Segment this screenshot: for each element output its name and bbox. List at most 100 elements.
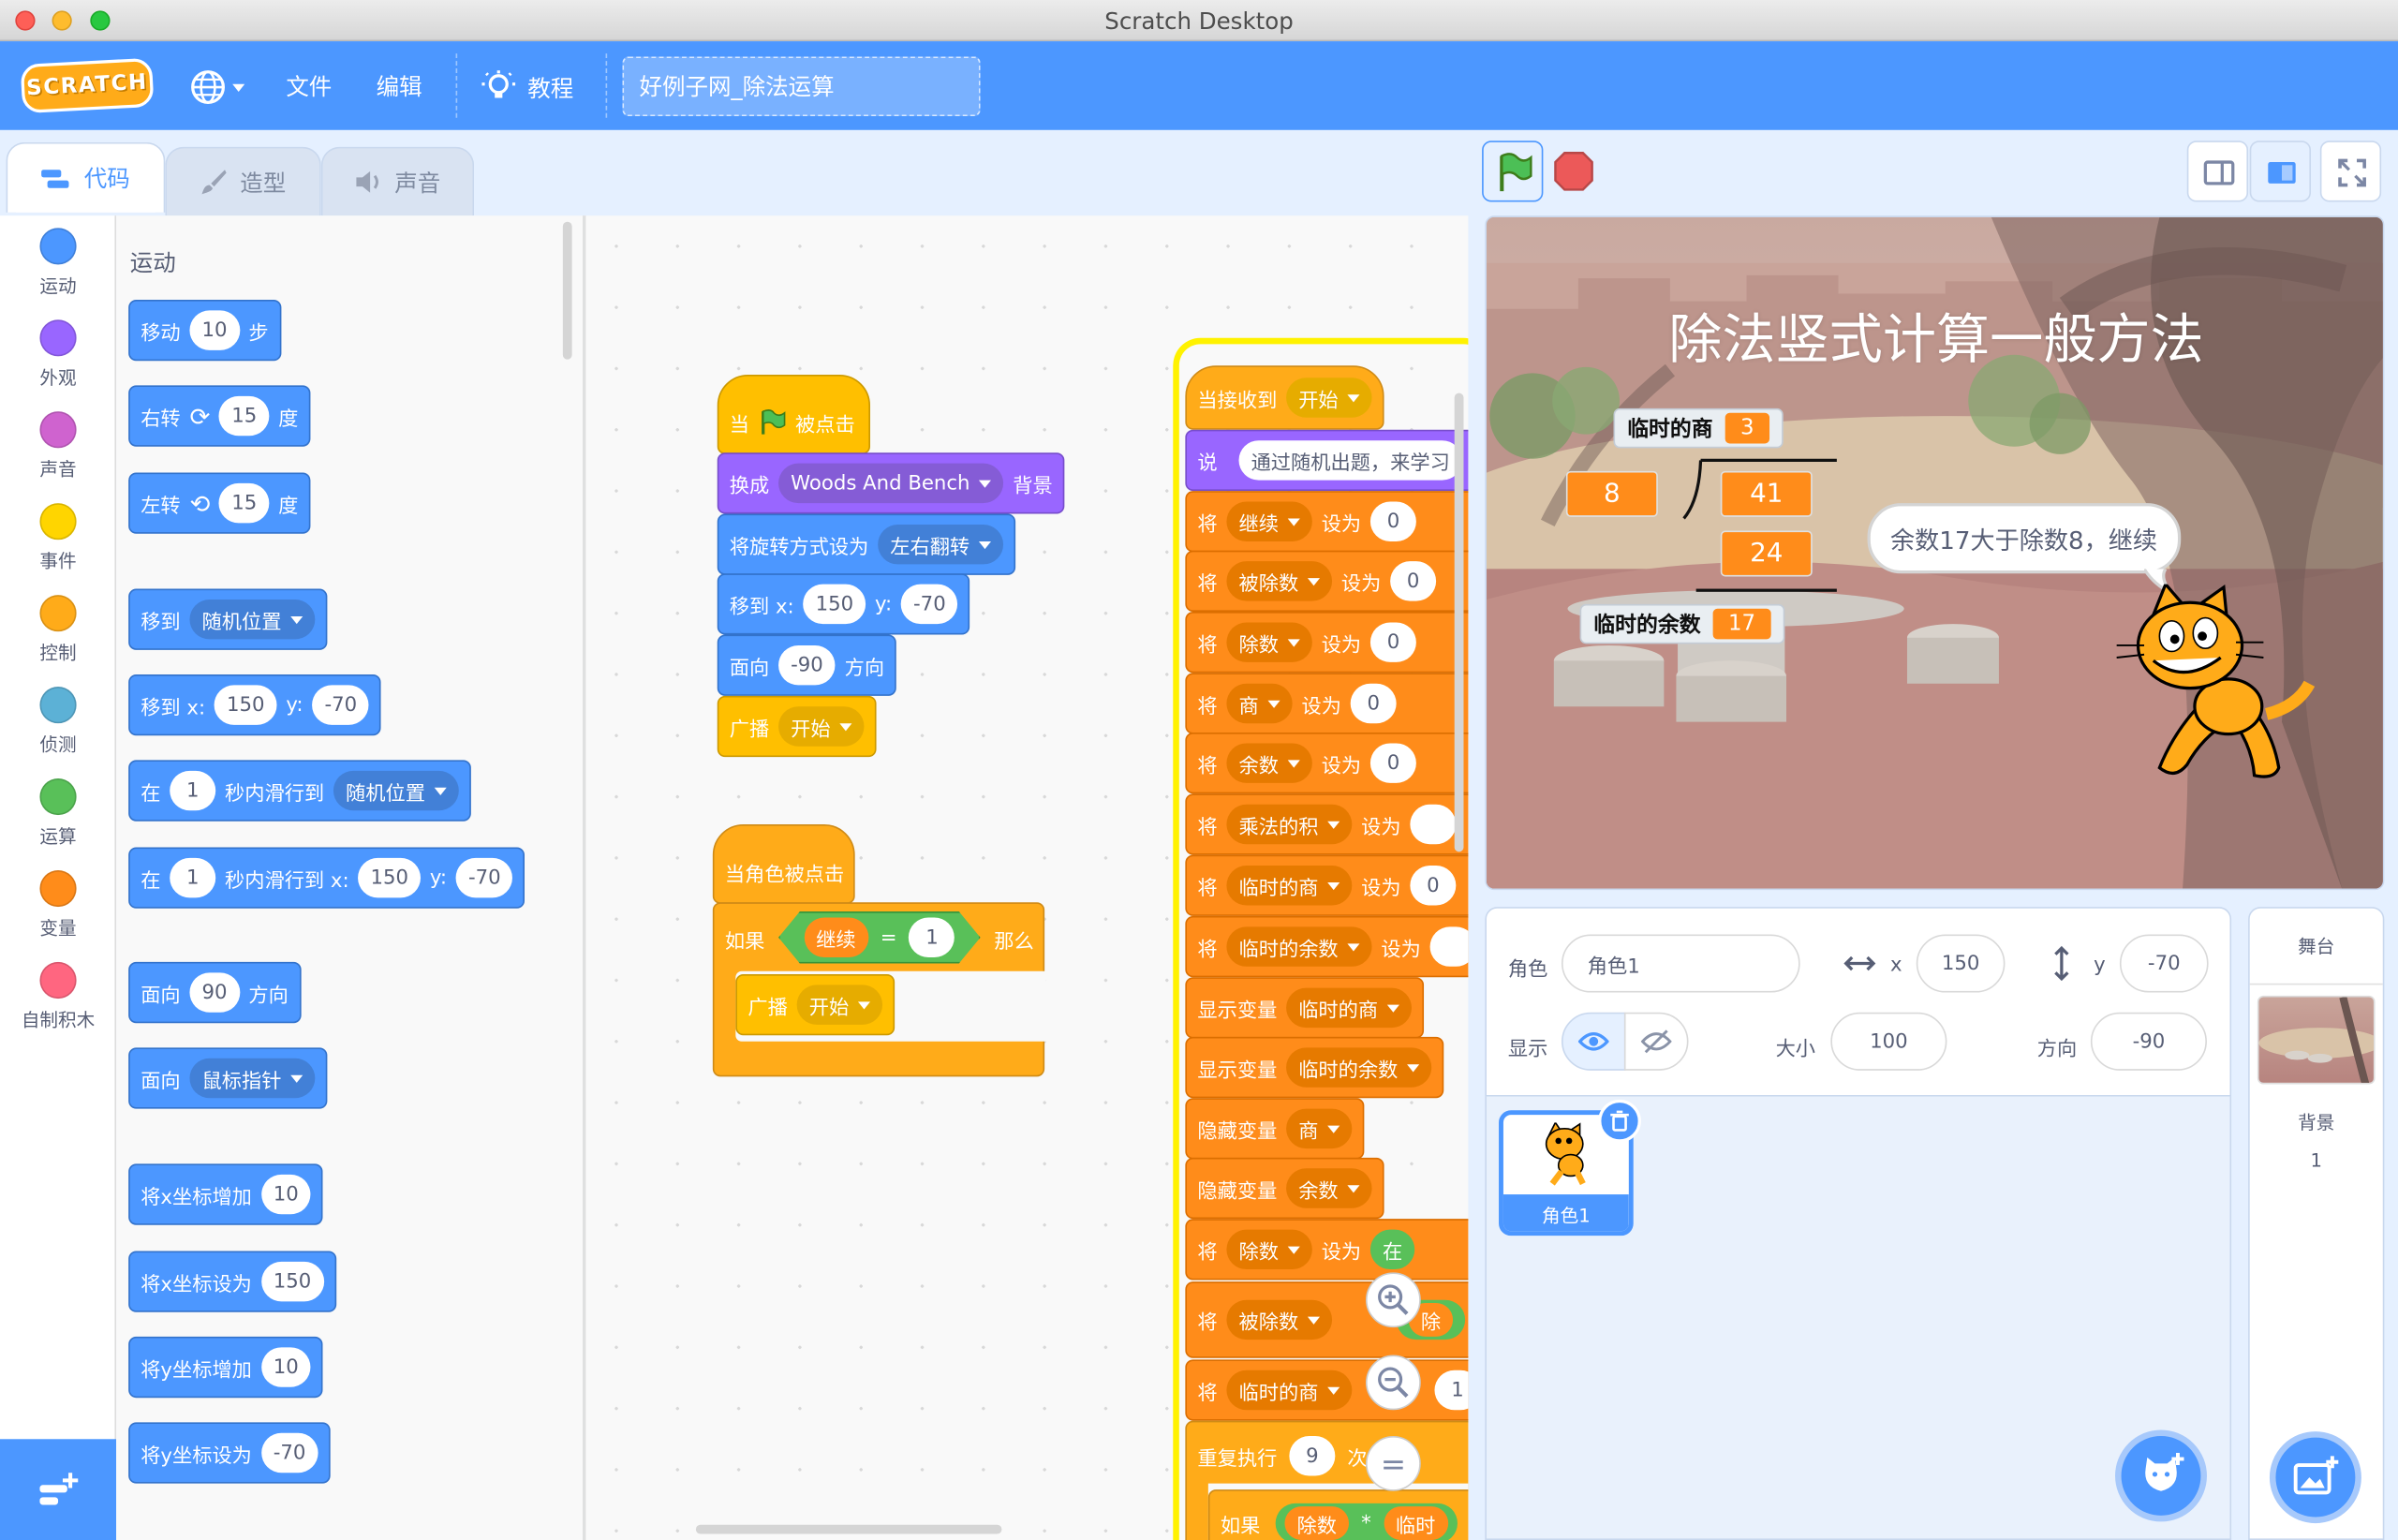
block-set-variable[interactable]: 将商 设为 0 — [1185, 673, 1469, 734]
block-input[interactable]: 0 — [1369, 743, 1416, 783]
block-dropdown[interactable]: 临时的商 — [1286, 987, 1413, 1029]
block-dropdown[interactable]: 随机位置 — [189, 599, 316, 640]
block-when-receive[interactable]: 当接收到 开始 — [1185, 365, 1384, 430]
block-input[interactable]: -70 — [260, 1432, 318, 1473]
sprite-size-input[interactable]: 100 — [1830, 1012, 1947, 1071]
block-input[interactable]: 1 — [910, 918, 955, 957]
variable-reporter[interactable]: 临时 — [1383, 1506, 1448, 1540]
block-input[interactable] — [1429, 926, 1469, 967]
block-goto-xy[interactable]: 移到 x: 150 y: -70 — [128, 674, 382, 736]
category-sound[interactable]: 声音 — [0, 411, 116, 481]
block-input[interactable]: 150 — [214, 685, 277, 725]
sprite-direction-input[interactable]: -90 — [2090, 1012, 2207, 1071]
block-show-variable[interactable]: 显示变量 临时的商 — [1185, 977, 1425, 1039]
category-my-blocks[interactable]: 自制积木 — [0, 961, 116, 1032]
cat-sprite[interactable] — [2113, 584, 2328, 791]
block-dropdown[interactable]: 开始 — [796, 985, 883, 1025]
sprite-y-input[interactable]: -70 — [2119, 934, 2209, 993]
palette-scrollbar[interactable] — [562, 221, 572, 360]
show-sprite-button[interactable] — [1561, 1012, 1626, 1071]
block-set-y[interactable]: 将y坐标设为 -70 — [128, 1422, 331, 1484]
block-input[interactable]: 90 — [189, 972, 240, 1013]
block-set-variable[interactable]: 将除数 设为 0 — [1185, 612, 1469, 674]
block-goto-xy[interactable]: 移到 x: 150 y: -70 — [717, 573, 970, 635]
block-set-variable[interactable]: 将临时的商 1 — [1185, 1359, 1469, 1421]
block-goto[interactable]: 移到 随机位置 — [128, 588, 328, 650]
block-hide-variable[interactable]: 隐藏变量 余数 — [1185, 1157, 1384, 1220]
fullscreen-button[interactable] — [2319, 141, 2382, 202]
block-dropdown[interactable]: 商 — [1226, 683, 1293, 724]
block-input[interactable]: 150 — [803, 584, 866, 625]
stop-button[interactable] — [1549, 147, 1598, 196]
large-stage-button[interactable] — [2249, 141, 2312, 202]
green-flag-button[interactable] — [1482, 141, 1544, 202]
block-dropdown[interactable]: 商 — [1286, 1108, 1353, 1149]
sprite-x-input[interactable]: 150 — [1916, 934, 2006, 993]
block-dropdown[interactable]: 随机位置 — [333, 770, 459, 811]
block-if-then[interactable]: 如果 继续 = 1 那么 广播 开始 — [712, 902, 1046, 1077]
operator-multiply[interactable]: 除数 * 临时 — [1275, 1503, 1458, 1540]
small-stage-button[interactable] — [2186, 141, 2249, 202]
block-set-variable[interactable]: 将继续 设为 0 — [1185, 491, 1469, 553]
language-menu[interactable] — [189, 66, 257, 109]
block-set-variable[interactable]: 将临时的余数 设为 — [1185, 915, 1469, 978]
hide-sprite-button[interactable] — [1623, 1012, 1689, 1071]
script-workspace[interactable]: 当 被点击 换成 Woods And Bench 背景 将旋转方式设为 左右翻转 移到 … — [584, 215, 1469, 1540]
block-point-towards[interactable]: 面向 鼠标指针 — [128, 1047, 328, 1109]
tutorials-button[interactable]: 教程 — [481, 66, 573, 109]
block-set-variable[interactable]: 将被除数 设为 0 — [1185, 550, 1469, 613]
block-hide-variable[interactable]: 隐藏变量商 — [1185, 1098, 1365, 1160]
block-input[interactable]: 15 — [219, 482, 270, 524]
block-input[interactable]: 10 — [260, 1347, 311, 1387]
zoom-in-button[interactable] — [1366, 1272, 1421, 1328]
block-dropdown[interactable]: 开始 — [778, 706, 865, 747]
block-set-variable[interactable]: 将临时的商 设为 0 — [1185, 854, 1469, 916]
monitor-temp-quotient[interactable]: 临时的商 3 — [1613, 407, 1784, 449]
tab-costumes[interactable]: 造型 — [165, 146, 321, 216]
block-input[interactable]: 0 — [1350, 683, 1397, 724]
block-turn-left[interactable]: 左转 ⟲ 15 度 — [128, 472, 311, 534]
block-dropdown[interactable]: 除数 — [1226, 622, 1312, 662]
block-set-variable[interactable]: 将余数 设为 0 — [1185, 733, 1469, 794]
block-input[interactable]: 0 — [1390, 561, 1437, 601]
edit-menu[interactable]: 编辑 — [377, 70, 422, 102]
block-change-y[interactable]: 将y坐标增加 10 — [128, 1336, 323, 1399]
category-control[interactable]: 控制 — [0, 595, 116, 665]
block-input[interactable]: 0 — [1410, 866, 1457, 906]
block-input[interactable]: 150 — [260, 1261, 324, 1302]
block-dropdown[interactable]: 被除数 — [1226, 561, 1333, 601]
block-dropdown[interactable]: 左右翻转 — [878, 524, 1004, 565]
block-input[interactable]: -70 — [455, 857, 513, 898]
block-change-x[interactable]: 将x坐标增加 10 — [128, 1163, 323, 1225]
block-input[interactable]: 10 — [189, 310, 240, 350]
block-glide[interactable]: 在 1 秒内滑行到 随机位置 — [128, 760, 471, 822]
project-title-input[interactable]: 好例子网_除法运算 — [622, 56, 981, 117]
block-when-sprite-clicked[interactable]: 当角色被点击 — [712, 823, 855, 904]
operator-reporter[interactable]: 在 — [1369, 1229, 1415, 1270]
category-events[interactable]: 事件 — [0, 503, 116, 573]
add-sprite-button[interactable] — [2115, 1429, 2207, 1522]
block-input[interactable]: -70 — [312, 685, 370, 725]
block-input[interactable]: 9 — [1289, 1436, 1336, 1476]
block-point-direction[interactable]: 面向 -90 方向 — [717, 634, 897, 696]
stage-canvas[interactable]: 除法竖式计算一般方法 临时的商 3 8 41 24 临时的余数 17 余数17大于除… — [1485, 215, 2385, 891]
block-input[interactable]: 0 — [1369, 622, 1416, 662]
workspace-scrollbar[interactable] — [695, 1524, 1002, 1534]
block-dropdown[interactable]: 临时的余数 — [1286, 1047, 1432, 1088]
category-sensing[interactable]: 侦测 — [0, 687, 116, 757]
block-say[interactable]: 说通过随机出题，来学习 — [1185, 429, 1469, 492]
block-dropdown[interactable]: 临时的商 — [1226, 1370, 1353, 1411]
block-move-steps[interactable]: 移动 10 步 — [128, 299, 281, 362]
block-dropdown[interactable]: 临时的余数 — [1226, 926, 1372, 967]
tab-code[interactable]: 代码 — [6, 141, 166, 213]
block-input[interactable]: 10 — [260, 1174, 311, 1215]
block-input[interactable]: 0 — [1369, 501, 1416, 541]
monitor-temp-remainder[interactable]: 临时的余数 17 — [1579, 603, 1785, 644]
block-point-direction[interactable]: 面向 90 方向 — [128, 961, 301, 1024]
block-dropdown[interactable]: Woods And Bench — [778, 463, 1004, 504]
block-input[interactable] — [1410, 804, 1457, 845]
variable-reporter[interactable]: 继续 — [804, 918, 868, 957]
add-extension-button[interactable] — [0, 1439, 117, 1540]
block-set-x[interactable]: 将x坐标设为 150 — [128, 1251, 336, 1312]
operator-equals[interactable]: 继续 = 1 — [778, 911, 981, 964]
